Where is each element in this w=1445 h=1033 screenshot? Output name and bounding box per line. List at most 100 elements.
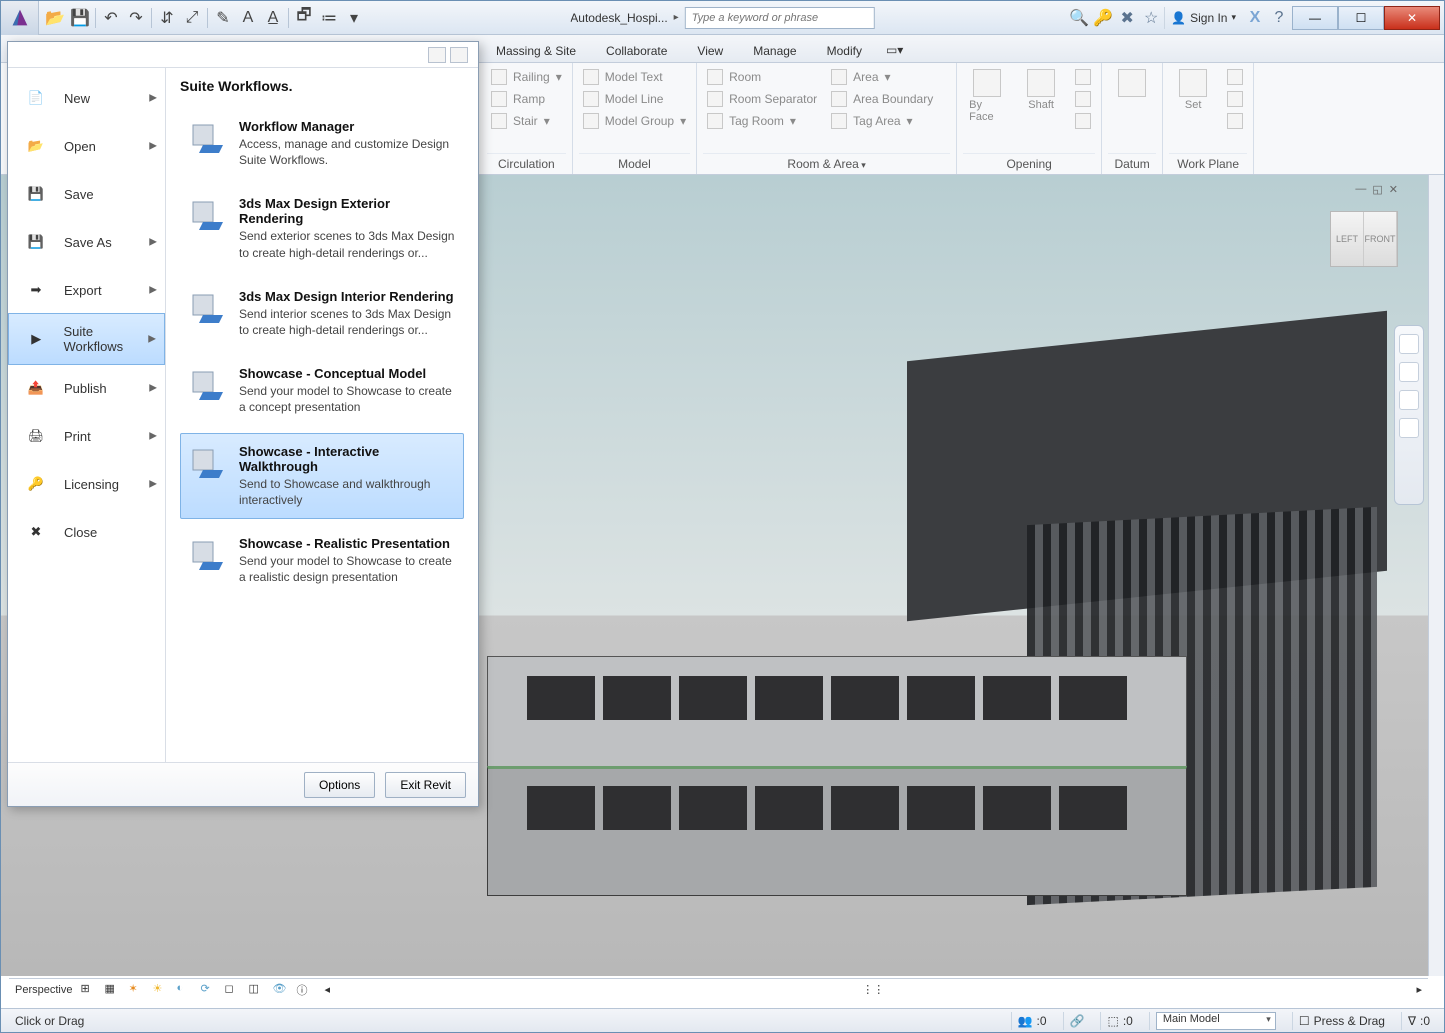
cube-left[interactable]: LEFT [1331,212,1364,266]
qat-icon[interactable]: 🗗 [292,6,316,30]
scroll-handle-icon[interactable]: ⋮⋮ [862,983,884,996]
menu-item-print[interactable]: 🖨Print▶ [8,412,165,460]
menu-item-save-as[interactable]: 💾Save As▶ [8,218,165,266]
zoom-icon[interactable] [1399,390,1419,410]
save-icon[interactable]: 💾 [68,6,92,30]
qat-icon[interactable]: ⤢ [180,6,204,30]
exit-revit-button[interactable]: Exit Revit [385,772,466,798]
scale-icon[interactable]: ⊞ [80,982,96,998]
workflow-item[interactable]: Showcase - Conceptual ModelSend your mod… [180,355,464,426]
panel-title[interactable]: Room & Area [703,153,950,174]
search-icon[interactable]: 🔍 [1068,7,1090,29]
open-docs-icon[interactable] [450,47,468,63]
wp-btn[interactable] [1223,67,1247,87]
opening-btn[interactable] [1071,111,1095,131]
crop-show-icon[interactable]: ◫ [248,982,264,998]
opening-btn[interactable] [1071,67,1095,87]
reveal-icon[interactable]: ⓘ [296,982,312,998]
view-cube[interactable]: LEFT FRONT [1330,211,1398,267]
menu-item-close[interactable]: ✖Close [8,508,165,556]
menu-item-publish[interactable]: 📤Publish▶ [8,364,165,412]
chevron-right-icon[interactable]: ▸ [674,12,679,23]
minimize-button[interactable]: — [1292,6,1338,30]
press-drag-toggle[interactable]: ☐ Press & Drag [1292,1012,1391,1030]
minimize-view-icon[interactable]: — [1355,183,1366,196]
restore-view-icon[interactable]: ◱ [1372,183,1382,196]
wp-btn[interactable] [1223,89,1247,109]
railing-button[interactable]: Railing ▾ [487,67,566,87]
tab-view[interactable]: View [682,38,738,62]
filter-button[interactable]: ∇ :0 [1401,1012,1436,1030]
sign-in-button[interactable]: 👤 Sign In ▾ [1164,7,1242,29]
workflow-item[interactable]: Workflow ManagerAccess, manage and custo… [180,108,464,179]
crop-icon[interactable]: ◻ [224,982,240,998]
stair-button[interactable]: Stair ▾ [487,111,566,131]
tab-massing-site[interactable]: Massing & Site [481,38,591,62]
by-face-button[interactable]: By Face [963,67,1011,125]
menu-item-licensing[interactable]: 🔑Licensing▶ [8,460,165,508]
scrollbar-vertical[interactable] [1428,175,1444,976]
qat-icon[interactable]: ✎ [211,6,235,30]
cube-front[interactable]: FRONT [1364,212,1397,266]
qat-icon[interactable]: A̲ [261,6,285,30]
set-button[interactable]: Set [1169,67,1217,113]
orbit-icon[interactable] [1399,418,1419,438]
sun-icon[interactable]: ☀ [152,982,168,998]
tab-manage[interactable]: Manage [738,38,811,62]
options-button[interactable]: Options [304,772,375,798]
undo-icon[interactable]: ↶ [99,6,123,30]
pan-icon[interactable] [1399,362,1419,382]
close-view-icon[interactable]: ✕ [1389,183,1398,196]
opening-btn[interactable] [1071,89,1095,109]
workflow-item[interactable]: Showcase - Interactive WalkthroughSend t… [180,433,464,519]
app-menu-button[interactable] [1,1,39,35]
room-button[interactable]: Room [703,67,821,87]
model-line-button[interactable]: Model Line [579,89,690,109]
key-icon[interactable]: 🔑 [1092,7,1114,29]
worksets-button[interactable]: 👥 :0 [1011,1012,1053,1030]
hide-icon[interactable]: 👁 [272,982,288,998]
qat-icon[interactable]: ≔ [317,6,341,30]
menu-item-export[interactable]: ➡Export▶ [8,266,165,314]
close-button[interactable]: ✕ [1384,6,1440,30]
design-options-button[interactable]: ⬚ :0 [1100,1012,1138,1030]
scroll-left-icon[interactable]: ◂ [324,983,330,996]
detail-icon[interactable]: ▦ [104,982,120,998]
visual-style-icon[interactable]: ✶ [128,982,144,998]
model-group-button[interactable]: Model Group ▾ [579,111,690,131]
workflow-item[interactable]: Showcase - Realistic PresentationSend yo… [180,525,464,596]
menu-item-suite-workflows[interactable]: ▶Suite Workflows▶ [8,313,165,365]
maximize-button[interactable]: ☐ [1338,6,1384,30]
exchange-x-icon[interactable]: X [1244,7,1266,29]
wp-btn[interactable] [1223,111,1247,131]
menu-item-new[interactable]: 📄New▶ [8,74,165,122]
room-sep-button[interactable]: Room Separator [703,89,821,109]
tag-room-button[interactable]: Tag Room ▾ [703,111,821,131]
tag-area-button[interactable]: Tag Area ▾ [827,111,937,131]
exchange-icon[interactable]: ✖ [1116,7,1138,29]
qat-dropdown-icon[interactable]: ▾ [342,6,366,30]
steering-wheel-icon[interactable] [1399,334,1419,354]
ramp-button[interactable]: Ramp [487,89,566,109]
datum-button[interactable] [1108,67,1156,99]
shaft-button[interactable]: Shaft [1017,67,1065,113]
tab-collaborate[interactable]: Collaborate [591,38,682,62]
area-boundary-button[interactable]: Area Boundary [827,89,937,109]
tab-modify[interactable]: Modify [812,38,877,62]
main-model-combo[interactable]: Main Model [1149,1012,1282,1030]
editable-only-icon[interactable]: 🔗 [1063,1012,1091,1030]
redo-icon[interactable]: ↷ [124,6,148,30]
menu-item-open[interactable]: 📂Open▶ [8,122,165,170]
recent-docs-icon[interactable] [428,47,446,63]
menu-item-save[interactable]: 💾Save [8,170,165,218]
help-icon[interactable]: ? [1268,7,1290,29]
model-text-button[interactable]: Model Text [579,67,690,87]
search-input[interactable] [685,7,875,29]
star-icon[interactable]: ☆ [1140,7,1162,29]
tab-context-icon[interactable]: ▭▾ [877,37,912,62]
area-button[interactable]: Area ▾ [827,67,937,87]
shadow-icon[interactable]: ◐ [176,982,192,998]
render-icon[interactable]: ⟳ [200,982,216,998]
open-icon[interactable]: 📂 [43,6,67,30]
workflow-item[interactable]: 3ds Max Design Exterior RenderingSend ex… [180,185,464,271]
